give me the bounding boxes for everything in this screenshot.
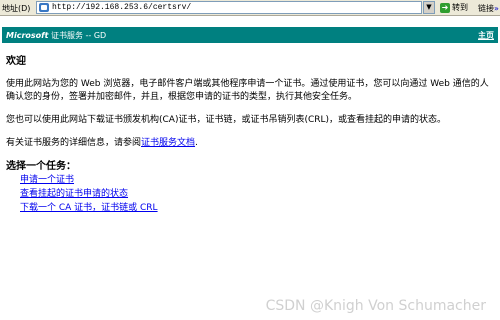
go-button[interactable]: ➜ 转到: [440, 1, 476, 14]
main-content: 欢迎 使用此网站为您的 Web 浏览器，电子邮件客户端或其他程序申请一个证书。通…: [6, 55, 494, 215]
cert-services-header: Microsoft 证书服务 -- GD 主页: [2, 27, 498, 43]
brand-title: Microsoft 证书服务 -- GD: [6, 30, 106, 41]
go-arrow-icon: ➜: [440, 2, 450, 13]
links-label: 链接: [478, 4, 494, 13]
tasks-title: 选择一个任务：: [6, 161, 76, 172]
welcome-paragraph-2: 您也可以使用此网站下载证书颁发机构(CA)证书，证书链，或证书吊销列表(CRL)…: [6, 115, 447, 125]
address-label: 地址(D): [2, 4, 31, 13]
brand-service-name: 证书服务 -- GD: [48, 31, 107, 40]
address-bar: 地址(D) http://192.168.253.6/certsrv/ ▼ ➜ 转…: [0, 0, 500, 16]
home-link[interactable]: 主页: [478, 30, 494, 41]
address-dropdown-button[interactable]: ▼: [423, 1, 435, 14]
address-url[interactable]: http://192.168.253.6/certsrv/: [52, 3, 191, 12]
address-input[interactable]: http://192.168.253.6/certsrv/: [36, 1, 422, 14]
watermark: CSDN @Knigh Von Schumacher: [265, 298, 486, 314]
welcome-title: 欢迎: [6, 56, 26, 67]
links-chevron-icon: »: [494, 4, 499, 13]
request-certificate-link[interactable]: 申请一个证书: [20, 173, 494, 187]
go-label: 转到: [452, 3, 468, 12]
download-ca-cert-link[interactable]: 下载一个 CA 证书，证书链或 CRL: [20, 201, 494, 215]
welcome-paragraph-1: 使用此网站为您的 Web 浏览器，电子邮件客户端或其他程序申请一个证书。通过使用…: [6, 79, 489, 102]
page-icon: [39, 3, 49, 12]
cert-docs-link[interactable]: 证书服务文档: [141, 138, 195, 148]
brand-microsoft: Microsoft: [6, 31, 49, 40]
task-list: 申请一个证书 查看挂起的证书申请的状态 下载一个 CA 证书，证书链或 CRL: [20, 173, 494, 215]
pending-request-status-link[interactable]: 查看挂起的证书申请的状态: [20, 187, 494, 201]
links-button[interactable]: 链接»: [478, 3, 499, 14]
docs-text-suffix: .: [195, 138, 198, 148]
welcome-paragraph-3: 有关证书服务的详细信息，请参阅证书服务文档.: [6, 137, 494, 150]
chevron-down-icon: ▼: [426, 3, 432, 11]
docs-text-prefix: 有关证书服务的详细信息，请参阅: [6, 138, 142, 148]
